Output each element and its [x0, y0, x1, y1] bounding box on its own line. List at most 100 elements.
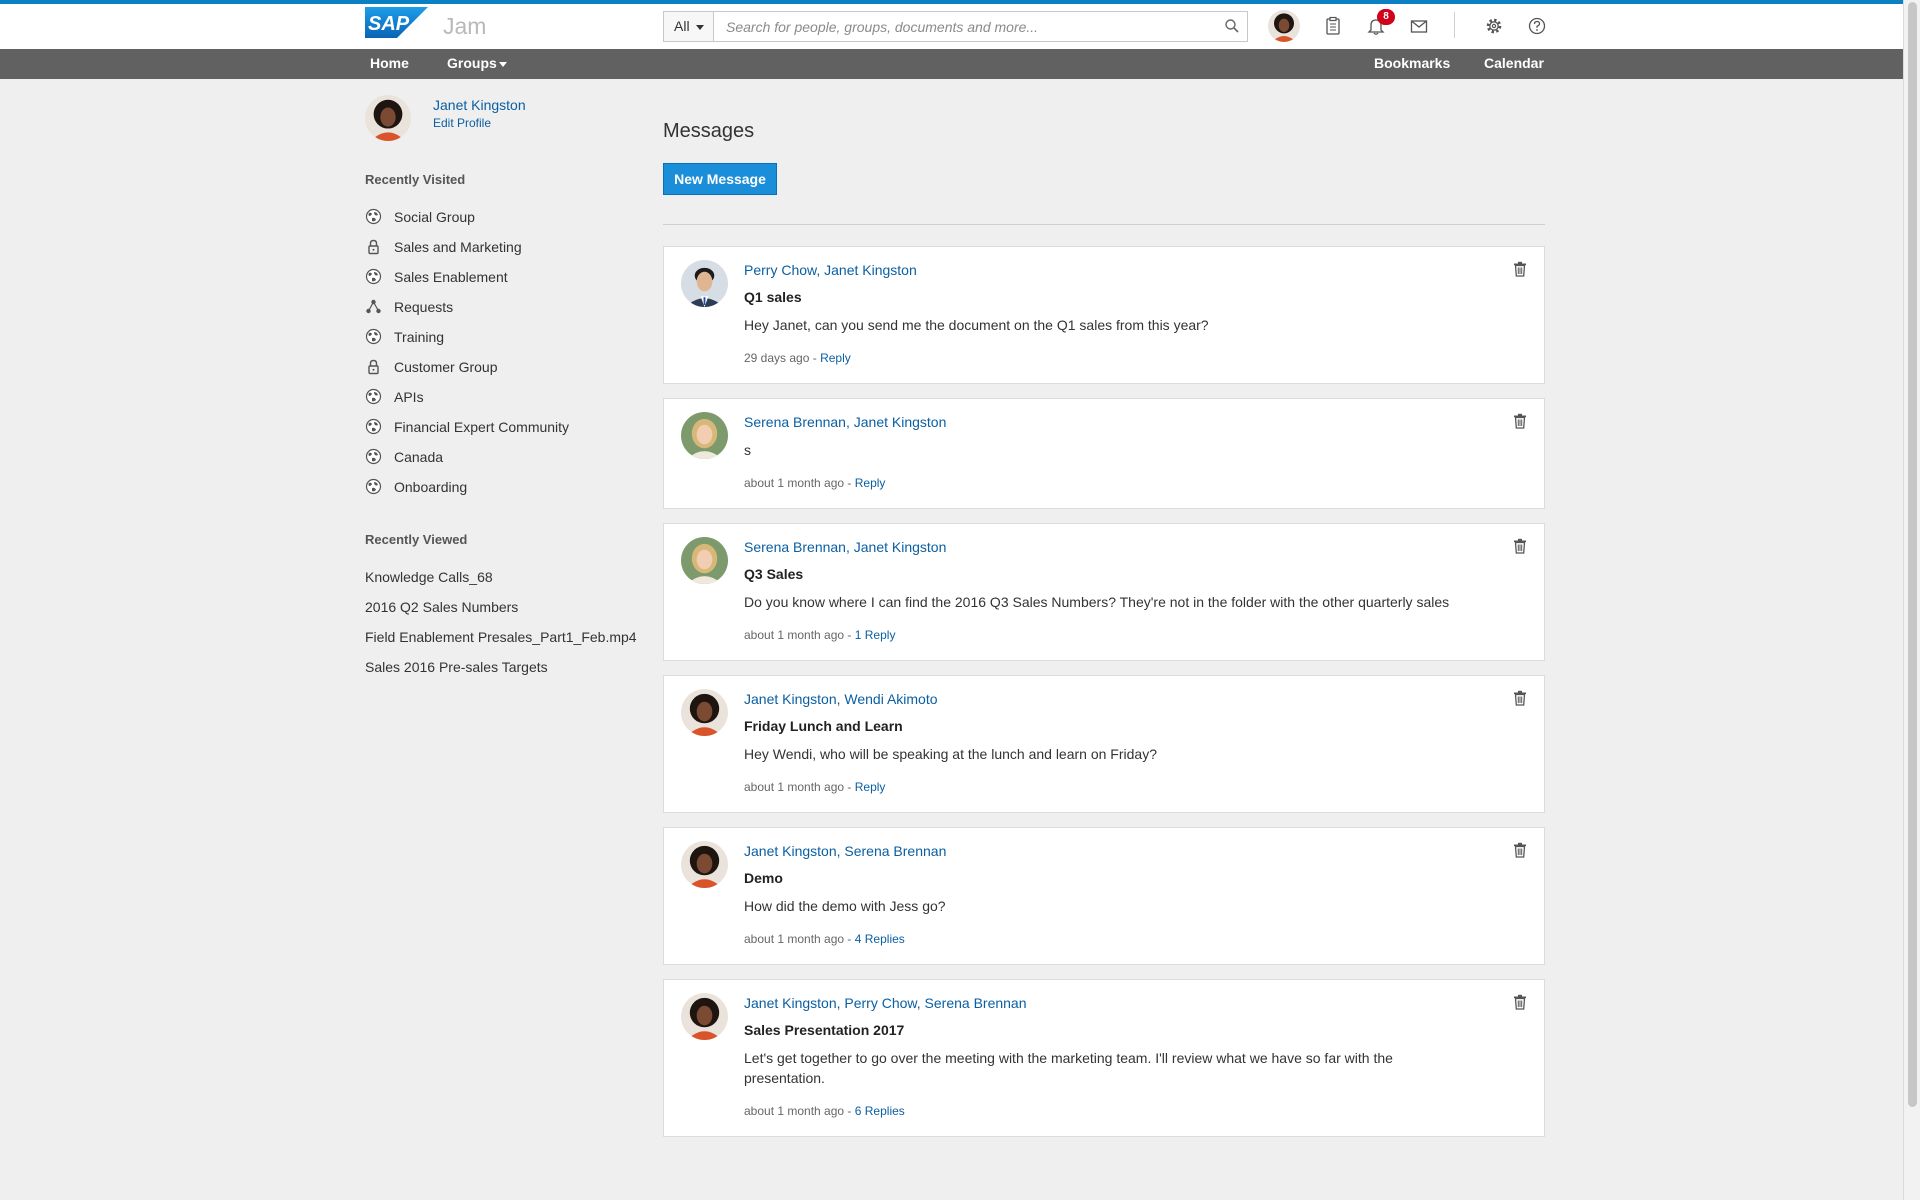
message-timestamp: about 1 month ago	[744, 476, 845, 490]
message-timestamp: about 1 month ago	[744, 780, 845, 794]
message-meta: about 1 month ago - 1 Reply	[744, 628, 895, 642]
search-scope-label: All	[674, 18, 690, 34]
reply-link[interactable]: Reply	[855, 780, 886, 794]
meta-separator: -	[844, 1104, 855, 1118]
message-card[interactable]: Janet Kingston, Serena Brennan Demo How di…	[663, 827, 1545, 965]
page-scrollbar[interactable]	[1903, 0, 1920, 1200]
recently-viewed-item[interactable]: Sales 2016 Pre-sales Targets	[365, 659, 548, 675]
help-icon[interactable]	[1527, 16, 1547, 36]
recently-viewed-item[interactable]: Field Enablement Presales_Part1_Feb.mp4	[365, 629, 637, 645]
message-avatar[interactable]	[681, 993, 728, 1040]
message-snippet: Hey Janet, can you send me the document …	[744, 317, 1209, 333]
trash-icon[interactable]	[1513, 413, 1527, 429]
message-participants-link[interactable]: Janet Kingston, Wendi Akimoto	[744, 691, 938, 707]
search-input[interactable]	[713, 11, 1248, 42]
message-subject: Q1 sales	[744, 289, 802, 305]
message-snippet: Let's get together to go over the meetin…	[744, 1050, 1393, 1086]
message-timestamp: about 1 month ago	[744, 628, 845, 642]
main-nav-bar	[0, 49, 1904, 79]
trash-icon[interactable]	[1513, 261, 1527, 277]
nav-calendar[interactable]: Calendar	[1484, 55, 1544, 71]
nav-home[interactable]: Home	[370, 55, 409, 71]
profile-avatar[interactable]	[365, 95, 411, 141]
message-card[interactable]: Serena Brennan, Janet Kingston Q3 Sales Do…	[663, 523, 1545, 661]
trash-icon[interactable]	[1513, 690, 1527, 706]
reply-link[interactable]: Reply	[820, 351, 851, 365]
trash-icon[interactable]	[1513, 994, 1527, 1010]
message-participants-link[interactable]: Serena Brennan, Janet Kingston	[744, 414, 946, 430]
reply-link[interactable]: 4 Replies	[855, 932, 905, 946]
message-timestamp: about 1 month ago	[744, 1104, 845, 1118]
meta-separator: -	[844, 780, 855, 794]
new-message-button[interactable]: New Message	[663, 163, 777, 195]
message-meta: 29 days ago - Reply	[744, 351, 851, 365]
globe-icon	[365, 328, 382, 345]
message-timestamp: 29 days ago	[744, 351, 810, 365]
message-meta: about 1 month ago - Reply	[744, 476, 885, 490]
message-avatar[interactable]	[681, 537, 728, 584]
recently-visited-label: Social Group	[394, 209, 475, 225]
recently-visited-label: Sales Enablement	[394, 269, 508, 285]
meta-separator: -	[809, 351, 821, 365]
janet-avatar-image	[365, 95, 411, 141]
recently-visited-label: Sales and Marketing	[394, 239, 522, 255]
recently-viewed-item[interactable]: Knowledge Calls_68	[365, 569, 493, 585]
message-avatar[interactable]	[681, 260, 728, 307]
message-meta: about 1 month ago - 4 Replies	[744, 932, 905, 946]
globe-icon	[365, 388, 382, 405]
message-card[interactable]: Janet Kingston, Wendi Akimoto Friday Lunc…	[663, 675, 1545, 813]
message-snippet: How did the demo with Jess go?	[744, 898, 946, 914]
recently-visited-label: Financial Expert Community	[394, 419, 570, 435]
reply-link[interactable]: 1 Reply	[855, 628, 896, 642]
tasks-icon[interactable]	[1323, 16, 1343, 36]
message-card[interactable]: Serena Brennan, Janet Kingston s about 1 m…	[663, 398, 1545, 509]
message-subject: Q3 Sales	[744, 566, 804, 582]
page-title: Messages	[663, 120, 755, 142]
product-name: Jam	[443, 13, 487, 39]
message-subject: Sales Presentation 2017	[744, 1022, 905, 1038]
message-snippet: Do you know where I can find the 2016 Q3…	[744, 594, 1450, 610]
recently-viewed-item[interactable]: 2016 Q2 Sales Numbers	[365, 599, 518, 615]
user-avatar[interactable]	[1268, 10, 1300, 42]
message-card[interactable]: Janet Kingston, Perry Chow, Serena Brenn…	[663, 979, 1545, 1137]
message-subject: Demo	[744, 870, 783, 886]
message-participants-link[interactable]: Serena Brennan, Janet Kingston	[744, 539, 946, 555]
sap-logo-text: SAP	[368, 13, 410, 35]
sap-logo[interactable]: SAP	[365, 7, 428, 38]
reply-link[interactable]: 6 Replies	[855, 1104, 905, 1118]
sap-logo-mark: SAP	[365, 7, 428, 38]
message-snippet: Hey Wendi, who will be speaking at the l…	[744, 746, 1157, 762]
search-icon[interactable]	[1224, 18, 1240, 34]
janet-avatar-image	[1268, 10, 1300, 42]
message-avatar[interactable]	[681, 689, 728, 736]
gear-icon[interactable]	[1484, 16, 1504, 36]
message-participants-link[interactable]: Janet Kingston, Perry Chow, Serena Brenn…	[744, 995, 1027, 1011]
nav-groups[interactable]: Groups	[447, 55, 497, 71]
recently-viewed-heading: Recently Viewed	[365, 532, 468, 547]
globe-icon	[365, 448, 382, 465]
chevron-down-icon[interactable]	[499, 62, 507, 67]
recently-visited-heading: Recently Visited	[365, 172, 466, 187]
message-participants-link[interactable]: Perry Chow, Janet Kingston	[744, 262, 917, 278]
message-card[interactable]: Perry Chow, Janet Kingston Q1 sales Hey Ja…	[663, 246, 1545, 384]
nav-bookmarks[interactable]: Bookmarks	[1374, 55, 1450, 71]
notification-count-badge[interactable]: 8	[1377, 9, 1395, 25]
header-divider	[1454, 12, 1455, 38]
mail-icon[interactable]	[1409, 16, 1429, 36]
recently-visited-label: Customer Group	[394, 359, 498, 375]
search-scope-dropdown[interactable]: All	[663, 11, 713, 42]
reply-link[interactable]: Reply	[855, 476, 886, 490]
message-timestamp: about 1 month ago	[744, 932, 845, 946]
message-avatar[interactable]	[681, 841, 728, 888]
recently-visited-label: Canada	[394, 449, 444, 465]
trash-icon[interactable]	[1513, 538, 1527, 554]
trash-icon[interactable]	[1513, 842, 1527, 858]
message-meta: about 1 month ago - 6 Replies	[744, 1104, 905, 1118]
scrollbar-thumb[interactable]	[1908, 2, 1917, 1107]
message-participants-link[interactable]: Janet Kingston, Serena Brennan	[744, 843, 946, 859]
message-avatar[interactable]	[681, 412, 728, 459]
content-divider	[663, 224, 1545, 225]
edit-profile-link[interactable]: Edit Profile	[433, 116, 491, 130]
profile-name-link[interactable]: Janet Kingston	[433, 97, 526, 113]
recently-visited-label: Requests	[394, 299, 454, 315]
